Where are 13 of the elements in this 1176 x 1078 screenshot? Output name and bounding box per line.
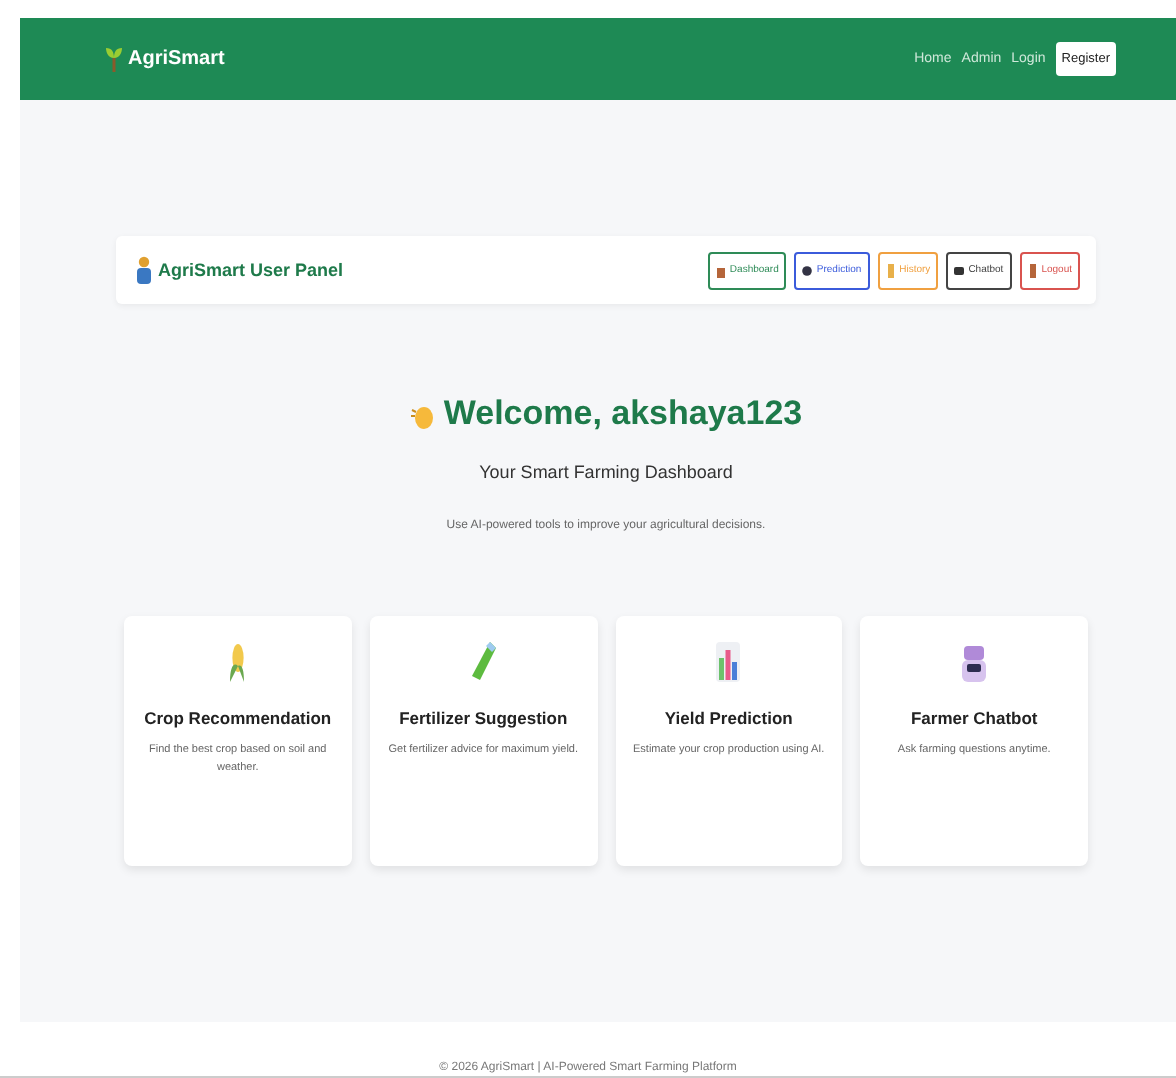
bar-chart-icon — [716, 642, 741, 682]
panel-title: AgriSmart User Panel — [158, 260, 344, 280]
welcome-heading: Welcome, akshaya123 — [443, 394, 803, 434]
brand-name[interactable]: AgriSmart — [128, 48, 225, 70]
farmer-icon — [136, 256, 152, 284]
card-title: Farmer Chatbot — [910, 708, 1038, 728]
bottle-icon — [471, 642, 496, 682]
sprout-icon — [106, 46, 122, 72]
card-title: Yield Prediction — [664, 708, 793, 728]
card-title: Fertilizer Suggestion — [399, 708, 568, 728]
card-title: Crop Recommendation — [144, 708, 332, 728]
corn-icon — [228, 642, 247, 682]
dashboard-subtitle: Your Smart Farming Dashboard — [479, 462, 733, 482]
